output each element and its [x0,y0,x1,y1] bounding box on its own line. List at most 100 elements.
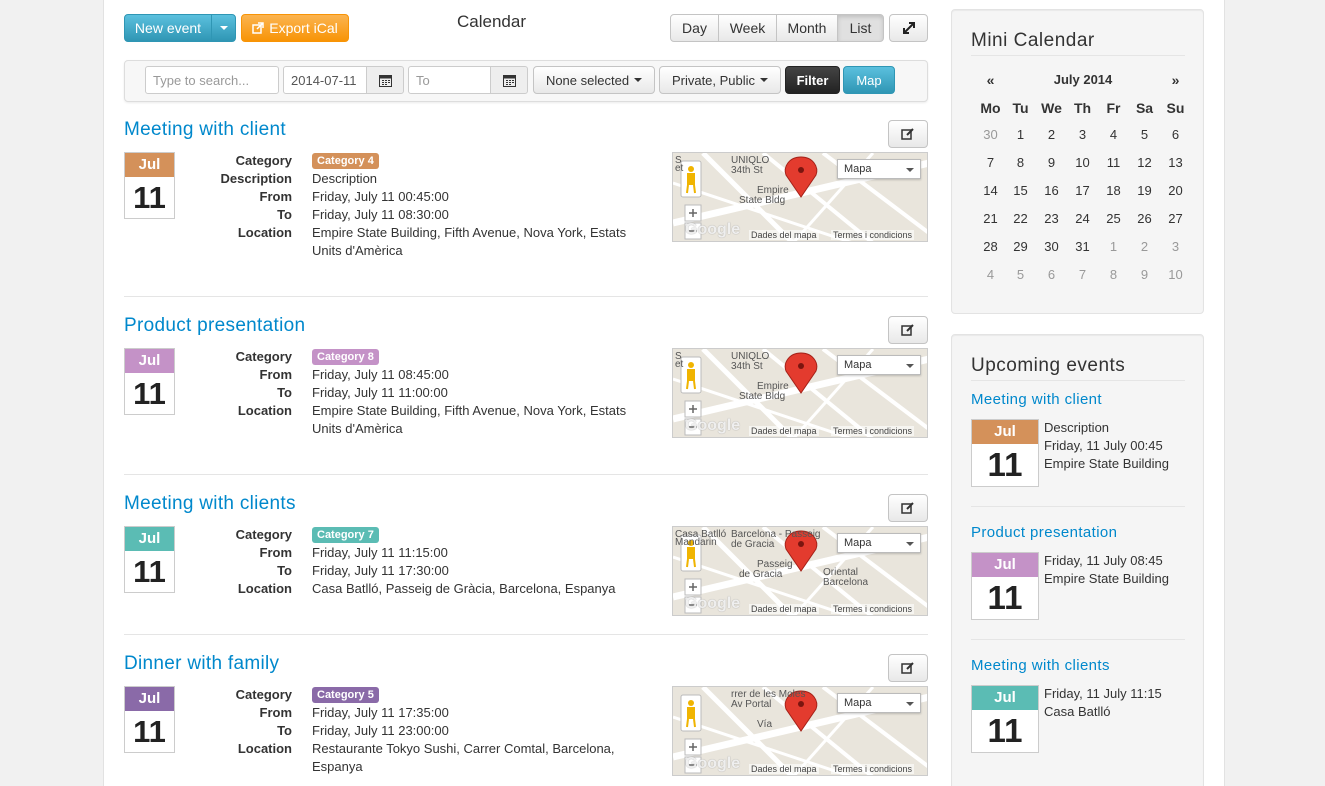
mini-calendar-prev[interactable]: « [975,72,1006,88]
mini-calendar-day[interactable]: 2 [1129,239,1160,254]
mini-calendar-day[interactable]: 5 [1129,127,1160,142]
event-map[interactable]: UNIQLO 34th St Empire State Bldg Set Google Ma… [672,348,928,438]
mini-calendar-day[interactable]: 10 [1160,267,1191,282]
field-label-description: Description [220,171,292,186]
mini-calendar-day[interactable]: 19 [1129,183,1160,198]
mini-calendar-day[interactable]: 7 [975,155,1006,170]
expand-icon [902,22,915,34]
mini-calendar-day[interactable]: 8 [1098,267,1129,282]
mini-calendar-day[interactable]: 8 [1005,155,1036,170]
mini-calendar-day[interactable]: 28 [975,239,1006,254]
filter-button[interactable]: Filter [785,66,840,94]
map-terms-link[interactable]: Termes i condicions [831,764,915,774]
caret-down-icon [906,168,914,172]
map-data-link[interactable]: Dades del mapa [749,764,819,774]
event-title[interactable]: Product presentation [124,315,305,337]
map-terms-link[interactable]: Termes i condicions [831,604,915,614]
mini-calendar-day[interactable]: 30 [975,127,1006,142]
map-button[interactable]: Map [843,66,895,94]
privacy-select[interactable]: Private, Public [659,66,781,94]
mini-calendar-day[interactable]: 2 [1036,127,1067,142]
map-data-link[interactable]: Dades del mapa [749,604,819,614]
new-event-button[interactable]: New event [124,14,212,42]
mini-calendar-day[interactable]: 15 [1005,183,1036,198]
view-month-button[interactable]: Month [776,14,838,42]
upcoming-event-title[interactable]: Product presentation [971,524,1117,541]
field-value-from: Friday, July 11 00:45:00 [312,189,449,204]
mini-calendar-day[interactable]: 3 [1067,127,1098,142]
map-terms-link[interactable]: Termes i condicions [831,230,915,240]
view-list-button[interactable]: List [837,14,884,42]
map-type-select[interactable]: Mapa [837,159,921,179]
mini-calendar-day[interactable]: 16 [1036,183,1067,198]
from-date-picker-button[interactable] [366,66,404,94]
mini-calendar-day[interactable]: 13 [1160,155,1191,170]
upcoming-event-title[interactable]: Meeting with client [971,391,1102,408]
to-date-input[interactable]: To [408,66,491,94]
map-label: Vía [757,719,773,730]
mini-calendar-day[interactable]: 17 [1067,183,1098,198]
event-map[interactable]: UNIQLO 34th St Empire State Bldg Set Google Ma… [672,152,928,242]
view-day-button[interactable]: Day [670,14,719,42]
mini-calendar-day[interactable]: 25 [1098,211,1129,226]
category-select[interactable]: None selected [533,66,655,94]
event-title[interactable]: Meeting with clients [124,493,296,515]
mini-calendar-day[interactable]: 20 [1160,183,1191,198]
mini-calendar-next[interactable]: » [1160,72,1191,88]
map-terms-link[interactable]: Termes i condicions [831,426,915,436]
upcoming-event-detail: Empire State Building [1044,571,1170,586]
mini-calendar-day[interactable]: 5 [1005,267,1036,282]
mini-calendar-day[interactable]: 27 [1160,211,1191,226]
mini-calendar-day[interactable]: 21 [975,211,1006,226]
mini-calendar-day[interactable]: 18 [1098,183,1129,198]
mini-calendar-day[interactable]: 12 [1129,155,1160,170]
caret-down-icon [906,542,914,546]
edit-event-button[interactable] [888,316,928,344]
map-data-link[interactable]: Dades del mapa [749,426,819,436]
edit-event-button[interactable] [888,120,928,148]
edit-event-button[interactable] [888,654,928,682]
fullscreen-button[interactable] [889,14,928,42]
mini-calendar-day[interactable]: 24 [1067,211,1098,226]
mini-calendar-month[interactable]: July 2014 [1030,72,1136,87]
event-map[interactable]: rrer de les Moles Av Portal Vía Google Mapa D… [672,686,928,776]
mini-calendar-day[interactable]: 9 [1129,267,1160,282]
date-day: 11 [987,446,1023,483]
mini-calendar-day[interactable]: 14 [975,183,1006,198]
mini-calendar-day[interactable]: 31 [1067,239,1098,254]
mini-calendar-day[interactable]: 29 [1005,239,1036,254]
mini-calendar-day[interactable]: 6 [1160,127,1191,142]
mini-calendar-day[interactable]: 4 [1098,127,1129,142]
map-type-select[interactable]: Mapa [837,355,921,375]
mini-calendar-day[interactable]: 22 [1005,211,1036,226]
map-type-select[interactable]: Mapa [837,533,921,553]
event-map[interactable]: Barcelona - Passeig de Gracia Passeig de Gr… [672,526,928,616]
mini-calendar-day[interactable]: 9 [1036,155,1067,170]
mini-calendar-day[interactable]: 23 [1036,211,1067,226]
upcoming-event-title[interactable]: Meeting with clients [971,657,1110,674]
caret-down-icon [634,78,643,82]
search-input[interactable]: Type to search... [145,66,279,94]
from-date-input[interactable]: 2014-07-11 [283,66,367,94]
mini-calendar-day[interactable]: 4 [975,267,1006,282]
export-ical-button[interactable]: Export iCal [241,14,349,42]
event-title[interactable]: Dinner with family [124,653,279,675]
mini-calendar-day[interactable]: 7 [1067,267,1098,282]
new-event-dropdown-toggle[interactable] [211,14,236,42]
mini-calendar-day[interactable]: 6 [1036,267,1067,282]
event-date-badge: Jul 11 [124,152,175,219]
event-title[interactable]: Meeting with client [124,119,286,141]
mini-calendar-day[interactable]: 30 [1036,239,1067,254]
mini-calendar-day[interactable]: 11 [1098,155,1129,170]
to-date-picker-button[interactable] [490,66,528,94]
mini-calendar-day[interactable]: 1 [1005,127,1036,142]
map-type-select[interactable]: Mapa [837,693,921,713]
mini-calendar-day[interactable]: 1 [1098,239,1129,254]
edit-event-button[interactable] [888,494,928,522]
map-data-link[interactable]: Dades del mapa [749,230,819,240]
mini-calendar-day[interactable]: 26 [1129,211,1160,226]
view-week-button[interactable]: Week [718,14,777,42]
edit-icon [901,128,914,140]
mini-calendar-day[interactable]: 10 [1067,155,1098,170]
mini-calendar-day[interactable]: 3 [1160,239,1191,254]
